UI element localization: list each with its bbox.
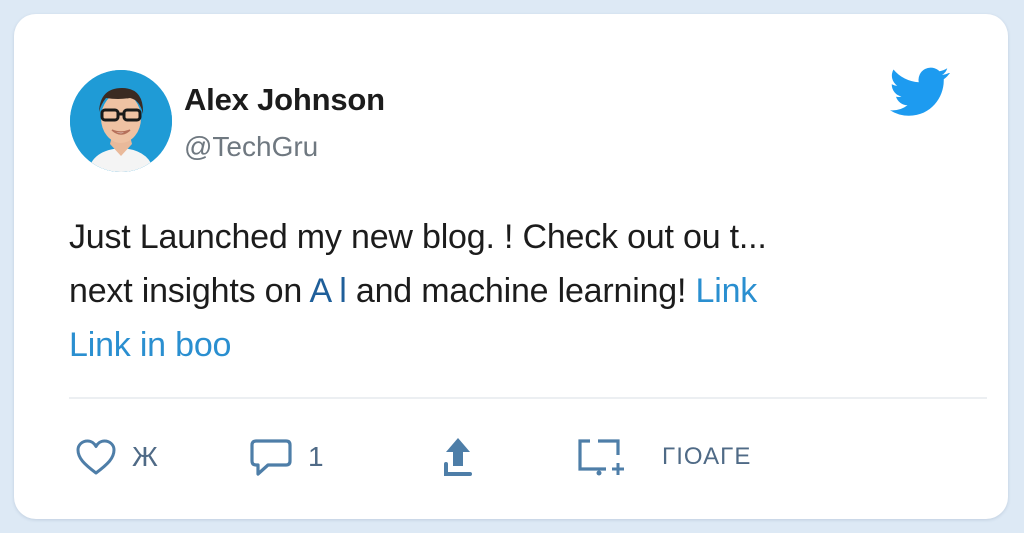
avatar[interactable]: [70, 70, 172, 172]
save-label: ΓΙΟΑΓΕ: [662, 443, 752, 470]
tweet-text-line-3: Link in boo: [69, 318, 949, 372]
like-button[interactable]: Ж: [74, 432, 158, 482]
author-handle[interactable]: @TechGru: [184, 131, 318, 163]
twitter-bird-icon[interactable]: [890, 66, 950, 118]
tweet-card: Alex Johnson @TechGru Just Launched my n…: [14, 14, 1008, 519]
share-arrow-icon: [444, 438, 472, 476]
divider: [69, 397, 987, 399]
like-count: Ж: [132, 441, 158, 472]
reply-bubble-icon: [250, 439, 292, 476]
author-name[interactable]: Alex Johnson: [184, 82, 385, 118]
heart-icon: [76, 439, 116, 475]
save-frame-icon: [578, 439, 624, 476]
link-in-bio[interactable]: Link in boo: [69, 326, 231, 364]
tweet-link[interactable]: Link: [696, 272, 758, 310]
tweet-text-line-1: Just Launched my new blog. ! Check out o…: [69, 218, 767, 256]
reply-count: 1: [308, 441, 324, 472]
tweet-text-ai: A l: [309, 272, 347, 310]
avatar-portrait-icon: [70, 70, 172, 172]
tweet-text-segment: and machine learning!: [346, 272, 687, 310]
reply-button[interactable]: 1: [248, 432, 324, 482]
share-button[interactable]: [440, 432, 476, 482]
tweet-text-segment: next insights on: [69, 272, 310, 310]
tweet-text: Just Launched my new blog. ! Check out o…: [69, 210, 949, 372]
tweet-text-line-2: next insights on A l and machine learnin…: [69, 264, 949, 318]
save-button[interactable]: ΓΙΟΑΓΕ: [576, 432, 751, 482]
